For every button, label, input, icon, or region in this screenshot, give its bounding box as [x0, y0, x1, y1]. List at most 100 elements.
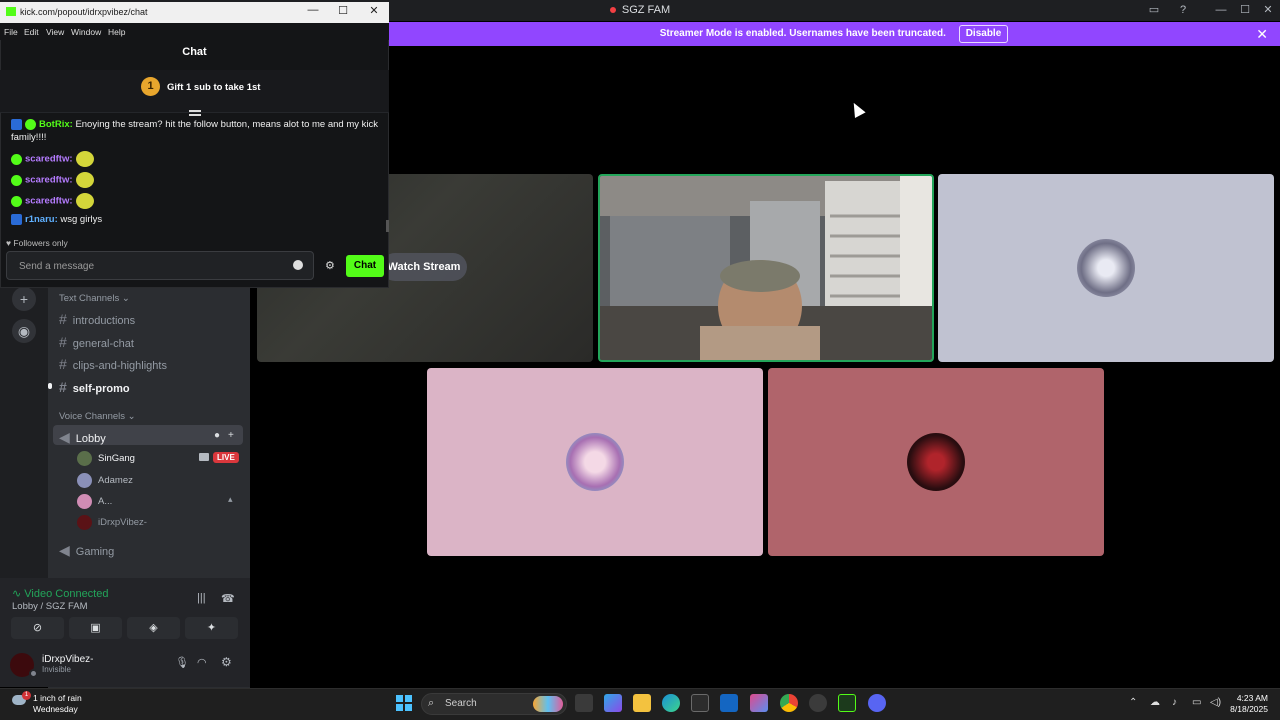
menu-file[interactable]: File	[4, 27, 18, 37]
username[interactable]: iDrxpVibez-	[42, 654, 94, 665]
weather-alert-badge: 1	[22, 691, 31, 700]
chat-settings-gear-icon[interactable]: ⚙	[325, 259, 335, 272]
category-text-channels[interactable]: Text Channels ⌄	[59, 293, 130, 304]
chat-username[interactable]: scaredftw	[25, 154, 69, 165]
gear-icon[interactable]: ⚙	[221, 655, 232, 669]
explore-icon[interactable]: ◉	[12, 319, 36, 343]
noise-suppression-icon[interactable]: |||	[197, 592, 206, 604]
task-view-icon[interactable]	[575, 694, 593, 712]
channel-self-promo[interactable]: # self-promo	[59, 379, 130, 395]
close-button[interactable]: ✕	[1257, 3, 1279, 18]
help-icon[interactable]: ?	[1172, 3, 1194, 18]
chrome-icon[interactable]	[780, 694, 798, 712]
chat-username[interactable]: BotRix	[39, 119, 70, 130]
recording-dot-icon	[609, 7, 616, 14]
member-singang[interactable]: SinGang	[77, 451, 135, 466]
m365-icon[interactable]	[750, 694, 768, 712]
chat-username[interactable]: scaredftw	[25, 196, 69, 207]
file-explorer-icon[interactable]	[633, 694, 651, 712]
kick-app-icon[interactable]	[838, 694, 856, 712]
participant-tile[interactable]	[427, 368, 763, 556]
voice-channel-lobby[interactable]: ◀ Lobby	[59, 429, 106, 446]
channel-label: Lobby	[75, 433, 106, 445]
signal-icon: ∿	[12, 588, 25, 600]
drag-handle-icon[interactable]	[189, 110, 201, 116]
voice-channel-gaming[interactable]: ◀ Gaming	[59, 542, 114, 559]
channel-label: self-promo	[72, 383, 130, 395]
disconnect-icon[interactable]: ☎	[221, 592, 235, 605]
menu-help[interactable]: Help	[108, 27, 125, 37]
unread-indicator	[48, 383, 52, 389]
chat-message-input[interactable]	[19, 258, 289, 274]
volume-icon[interactable]: ◁)	[1210, 697, 1221, 708]
edge-icon[interactable]	[662, 694, 680, 712]
cloud-icon[interactable]: ☁	[1150, 697, 1160, 708]
verified-badge-icon	[11, 174, 22, 186]
chat-message: BotRix: Enoying the stream? hit the foll…	[11, 118, 379, 143]
verified-badge-icon	[11, 153, 22, 165]
popout-minimize-button[interactable]: —	[303, 4, 323, 16]
chat-username[interactable]: r1naru	[25, 214, 55, 225]
add-server-icon[interactable]: +	[12, 287, 36, 311]
member-adamez[interactable]: Adamez	[77, 473, 133, 488]
chat-scrollbar[interactable]	[386, 220, 389, 232]
emote-icon	[75, 193, 94, 209]
camera-off-button[interactable]: ⊘	[11, 617, 64, 639]
video-call-area	[250, 46, 1280, 686]
display-icon[interactable]: ▭	[1192, 697, 1201, 708]
member-label: SinGang	[98, 453, 135, 465]
menu-view[interactable]: View	[46, 27, 64, 37]
copilot-icon[interactable]	[604, 694, 622, 712]
maximize-button[interactable]: ☐	[1234, 3, 1256, 18]
activities-button[interactable]: ◈	[127, 617, 180, 639]
channel-clips-and-highlights[interactable]: # clips-and-highlights	[59, 356, 167, 372]
app-icon[interactable]	[809, 694, 827, 712]
gift-sub-prompt[interactable]: Gift 1 sub to take 1st	[167, 82, 260, 93]
member-idrxpvibez[interactable]: iDrxpVibez-	[77, 515, 147, 530]
emoji-icon[interactable]	[293, 260, 303, 270]
popout-close-button[interactable]: ✕	[364, 4, 384, 17]
show-hidden-icons-icon[interactable]: ⌃	[1129, 697, 1137, 708]
clock-date[interactable]: 8/18/2025	[1222, 704, 1268, 714]
screen-share-button[interactable]: ▣	[69, 617, 122, 639]
channel-general-chat[interactable]: # general-chat	[59, 334, 134, 350]
chat-bubble-icon[interactable]: ●	[214, 430, 220, 441]
channel-introductions[interactable]: # introductions	[59, 311, 135, 327]
verified-badge-icon	[11, 195, 22, 207]
participant-tile[interactable]	[938, 174, 1274, 362]
status-indicator	[29, 669, 38, 678]
participant-tile[interactable]	[768, 368, 1104, 556]
live-badge: LIVE	[213, 452, 239, 463]
hash-icon: #	[59, 356, 67, 372]
camera-off-icon: ⊘	[32, 622, 43, 634]
close-banner-icon[interactable]: ✕	[1256, 22, 1268, 46]
headphones-icon[interactable]: ◠	[197, 656, 207, 669]
discord-icon[interactable]	[868, 694, 886, 712]
watch-stream-button[interactable]: Watch Stream	[381, 253, 467, 281]
microphone-tray-icon[interactable]: ♪	[1172, 697, 1177, 708]
clock-time[interactable]: 4:23 AM	[1226, 693, 1268, 703]
send-chat-button[interactable]: Chat	[346, 255, 384, 277]
camera-feed-image	[600, 176, 932, 360]
gamepad-icon: ◈	[149, 622, 158, 634]
member-a[interactable]: A...	[77, 494, 112, 509]
popout-maximize-button[interactable]: ☐	[333, 4, 353, 17]
category-voice-channels[interactable]: Voice Channels ⌄	[59, 411, 136, 422]
menu-window[interactable]: Window	[71, 27, 101, 37]
inbox-icon[interactable]: ▭	[1143, 3, 1165, 18]
voice-location[interactable]: Lobby / SGZ FAM	[12, 601, 88, 612]
store-icon[interactable]	[691, 694, 709, 712]
weather-title[interactable]: 1 inch of rain	[33, 693, 82, 703]
disable-streamer-mode-button[interactable]: Disable	[958, 25, 1009, 43]
windows-start-icon[interactable]	[396, 695, 412, 711]
microphone-icon[interactable]: 🎙	[175, 656, 189, 669]
banner-text: Streamer Mode is enabled. Usernames have…	[659, 28, 946, 39]
chat-username[interactable]: scaredftw	[25, 175, 69, 186]
outlook-icon[interactable]	[720, 694, 738, 712]
invite-icon[interactable]: +	[228, 430, 234, 441]
minimize-button[interactable]: —	[1210, 3, 1232, 18]
chat-message: scaredftw:	[11, 172, 94, 188]
menu-edit[interactable]: Edit	[24, 27, 39, 37]
camera-tile[interactable]	[598, 174, 934, 362]
soundboard-button[interactable]: ✦	[185, 617, 238, 639]
